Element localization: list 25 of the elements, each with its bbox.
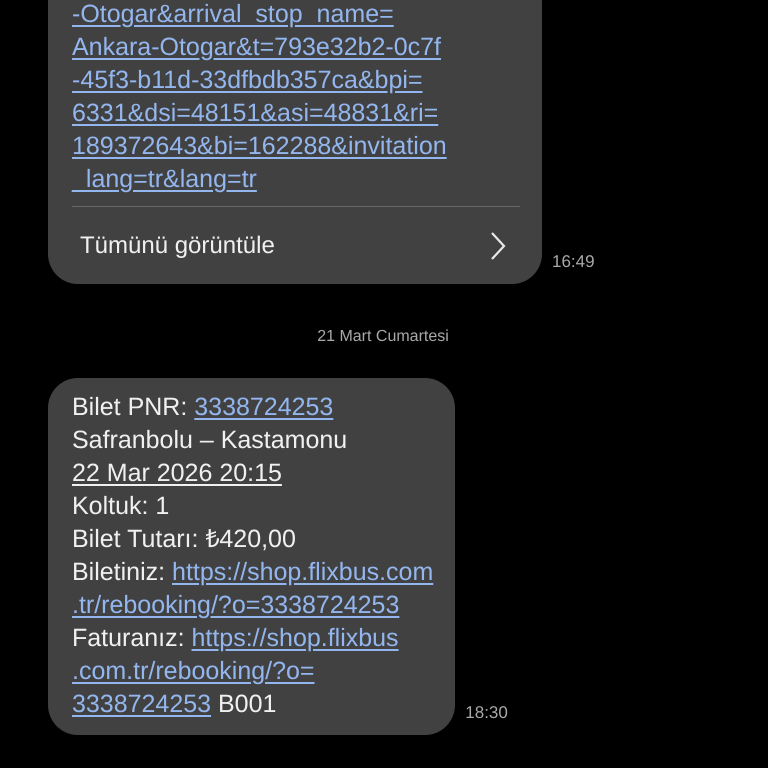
link[interactable]: https://shop.flixbus.com — [172, 558, 434, 586]
message-time: 16:49 — [552, 252, 595, 273]
link[interactable]: -Otogar&arrival_stop_name= — [72, 0, 394, 28]
link[interactable]: .tr/rebooking/?o=3338724253 — [72, 591, 400, 619]
view-all-button[interactable]: Tümünü görüntüle — [72, 207, 520, 284]
message-text: Koltuk: 1 — [72, 492, 170, 520]
message-text: Bilet Tutarı: ₺420,00 — [72, 525, 296, 553]
link[interactable]: 3338724253 — [72, 690, 212, 718]
date-separator: 21 Mart Cumartesi — [317, 328, 449, 346]
message-text: Faturanız: — [72, 624, 186, 652]
message-text: Biletiniz: — [72, 558, 166, 586]
link[interactable]: Ankara-Otogar&t=793e32b2-0c7f — [72, 33, 441, 61]
message-text: Safranbolu – Kastamonu — [72, 426, 348, 454]
chevron-right-icon — [490, 231, 506, 261]
message-text: B001 — [216, 690, 276, 718]
link[interactable]: 3338724253 — [194, 393, 334, 421]
link[interactable]: _lang=tr&lang=tr — [72, 165, 257, 193]
link[interactable]: 6331&dsi=48151&asi=48831&ri= — [72, 99, 438, 127]
message-text: Bilet PNR: — [72, 393, 188, 421]
message-time: 18:30 — [465, 703, 508, 724]
link[interactable]: https://shop.flixbus — [192, 624, 399, 652]
link[interactable]: -45f3-b11d-33dfbdb357ca&bpi= — [72, 66, 423, 94]
link[interactable]: 189372643&bi=162288&invitation — [72, 132, 447, 160]
link[interactable]: .com.tr/rebooking/?o= — [72, 657, 314, 685]
date-link[interactable]: 22 Mar 2026 20:15 — [72, 459, 282, 487]
